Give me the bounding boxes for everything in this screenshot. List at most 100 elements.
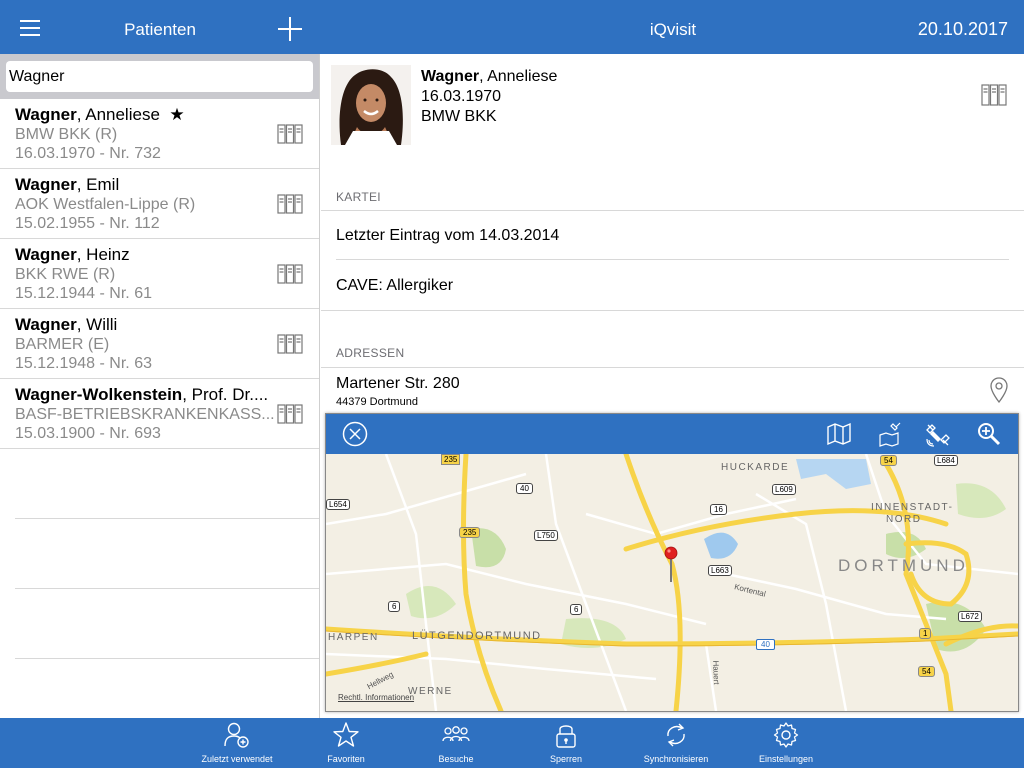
recent-user-icon xyxy=(224,722,249,748)
patient-insurance: AOK Westfalen-Lippe (R) xyxy=(15,196,196,213)
section-kartei-label: KARTEI xyxy=(336,190,381,204)
patient-dob-number: 15.03.1900 - Nr. 693 xyxy=(15,425,161,442)
address-street[interactable]: Martener Str. 280 xyxy=(336,375,460,393)
patient-row[interactable]: Wagner, Willi BARMER (E) 15.12.1948 - Nr… xyxy=(0,309,319,379)
file-folders-icon[interactable] xyxy=(277,264,303,284)
tab-label: Sperren xyxy=(549,754,583,764)
add-patient-icon[interactable] xyxy=(277,16,303,42)
road-shield: 16 xyxy=(710,504,727,515)
map-toolbar xyxy=(326,414,1018,454)
detail-dob: 16.03.1970 xyxy=(421,88,502,105)
patient-row[interactable]: Wagner, Anneliese ★ BMW BKK (R) 16.03.19… xyxy=(0,99,319,169)
patient-photo xyxy=(331,65,411,145)
map-label: LÜTGENDORTMUND xyxy=(412,630,542,642)
tab-label: Zuletzt verwendet xyxy=(201,754,273,764)
app-root: Patienten iQvisit 20.10.2017 Wagner, Ann… xyxy=(0,0,1024,768)
patient-list: Wagner, Anneliese ★ BMW BKK (R) 16.03.19… xyxy=(0,99,319,659)
divider xyxy=(321,310,1024,311)
cave-row[interactable]: CAVE: Allergiker xyxy=(336,277,453,295)
detail-insurance: BMW BKK xyxy=(421,108,497,125)
road-shield: L654 xyxy=(326,499,350,510)
legal-info-link[interactable]: Rechtl. Informationen xyxy=(338,693,414,702)
map-label: DORTMUND xyxy=(838,556,969,575)
tab-settings[interactable]: Einstellungen xyxy=(731,718,841,768)
search-input[interactable] xyxy=(6,61,313,92)
tab-lock[interactable]: Sperren xyxy=(511,718,621,768)
file-folders-icon[interactable] xyxy=(277,194,303,214)
file-folders-icon[interactable] xyxy=(981,84,1007,106)
patient-list-panel: Wagner, Anneliese ★ BMW BKK (R) 16.03.19… xyxy=(0,54,320,718)
road-shield: L750 xyxy=(534,530,558,541)
empty-list-row xyxy=(15,589,319,659)
road-shield: 235 xyxy=(441,454,461,465)
patient-row[interactable]: Wagner, Emil AOK Westfalen-Lippe (R) 15.… xyxy=(0,169,319,239)
patient-dob-number: 15.12.1944 - Nr. 61 xyxy=(15,285,152,302)
map-label: Hauert xyxy=(711,660,721,685)
tab-label: Einstellungen xyxy=(758,754,814,764)
detail-name: Wagner, Anneliese xyxy=(421,68,558,85)
tab-recent[interactable]: Zuletzt verwendet xyxy=(182,718,292,768)
file-folders-icon[interactable] xyxy=(277,334,303,354)
close-icon[interactable] xyxy=(342,421,368,447)
empty-list-row xyxy=(15,519,319,589)
satellite-icon[interactable] xyxy=(925,421,951,447)
road-shield: 6 xyxy=(388,601,401,612)
road-shield: L672 xyxy=(958,611,982,622)
patient-name: Wagner-Wolkenstein, Prof. Dr.... xyxy=(15,385,269,404)
tab-favorites[interactable]: Favoriten xyxy=(291,718,401,768)
road-shield: 40 xyxy=(516,483,533,494)
divider xyxy=(321,367,1024,368)
top-bar: Patienten iQvisit 20.10.2017 xyxy=(0,0,1024,54)
file-folders-icon[interactable] xyxy=(277,124,303,144)
map-popup: HUCKARDE INNENSTADT- NORD DORTMUND HARPE… xyxy=(325,413,1019,712)
road-shield: 54 xyxy=(880,455,897,466)
patient-name: Wagner, Heinz xyxy=(15,245,130,264)
patient-insurance: BKK RWE (R) xyxy=(15,266,116,283)
location-pin-icon[interactable] xyxy=(990,377,1008,403)
patient-dob-number: 15.02.1955 - Nr. 112 xyxy=(15,215,160,232)
road-shield: L609 xyxy=(772,484,796,495)
patient-row[interactable]: Wagner, Heinz BKK RWE (R) 15.12.1944 - N… xyxy=(0,239,319,309)
hybrid-view-icon[interactable] xyxy=(877,421,903,447)
menu-icon[interactable] xyxy=(20,20,40,36)
tab-label: Synchronisieren xyxy=(643,754,709,764)
patient-row[interactable]: Wagner-Wolkenstein, Prof. Dr.... BASF-BE… xyxy=(0,379,319,449)
section-adressen-label: ADRESSEN xyxy=(336,346,405,360)
zoom-in-icon[interactable] xyxy=(976,421,1002,447)
patient-header-info: Wagner, Anneliese 16.03.1970 BMW BKK xyxy=(421,67,557,127)
map-label: HUCKARDE xyxy=(721,462,790,473)
star-icon xyxy=(333,722,359,747)
tab-visits[interactable]: Besuche xyxy=(401,718,511,768)
patient-insurance: BASF-BETRIEBSKRANKENKASS... xyxy=(15,406,275,423)
road-shield: 40 xyxy=(756,639,775,650)
road-shield: 235 xyxy=(459,527,481,538)
current-date: 20.10.2017 xyxy=(917,19,1008,39)
map-canvas xyxy=(326,454,1018,711)
map-view-icon[interactable] xyxy=(826,421,852,447)
patient-name: Wagner, Emil xyxy=(15,175,120,194)
road-shield: 54 xyxy=(918,666,935,677)
file-folders-icon[interactable] xyxy=(277,404,303,424)
road-shield: L663 xyxy=(708,565,732,576)
last-entry-row[interactable]: Letzter Eintrag vom 14.03.2014 xyxy=(336,227,559,245)
group-icon xyxy=(442,726,470,742)
map-view[interactable]: HUCKARDE INNENSTADT- NORD DORTMUND HARPE… xyxy=(326,454,1018,711)
patient-name: Wagner, Willi xyxy=(15,315,118,334)
patient-insurance: BMW BKK (R) xyxy=(15,126,118,143)
road-shield: 6 xyxy=(570,604,583,615)
tab-sync[interactable]: Synchronisieren xyxy=(621,718,731,768)
map-pin-icon[interactable] xyxy=(664,546,678,582)
favorite-star-icon: ★ xyxy=(169,105,185,124)
patient-dob-number: 16.03.1970 - Nr. 732 xyxy=(15,145,161,162)
lock-icon xyxy=(556,725,576,748)
patients-title: Patienten xyxy=(124,20,196,39)
bottom-tab-bar: Zuletzt verwendet Favoriten Besuche Sper… xyxy=(0,718,1024,768)
tab-label: Besuche xyxy=(438,754,474,764)
gear-icon xyxy=(773,722,799,748)
map-label: INNENSTADT- xyxy=(871,502,954,513)
map-label: HARPEN xyxy=(328,632,379,643)
tab-label: Favoriten xyxy=(327,754,365,764)
map-label: WERNE xyxy=(408,686,453,697)
empty-list-row xyxy=(15,449,319,519)
sync-icon xyxy=(667,723,685,747)
